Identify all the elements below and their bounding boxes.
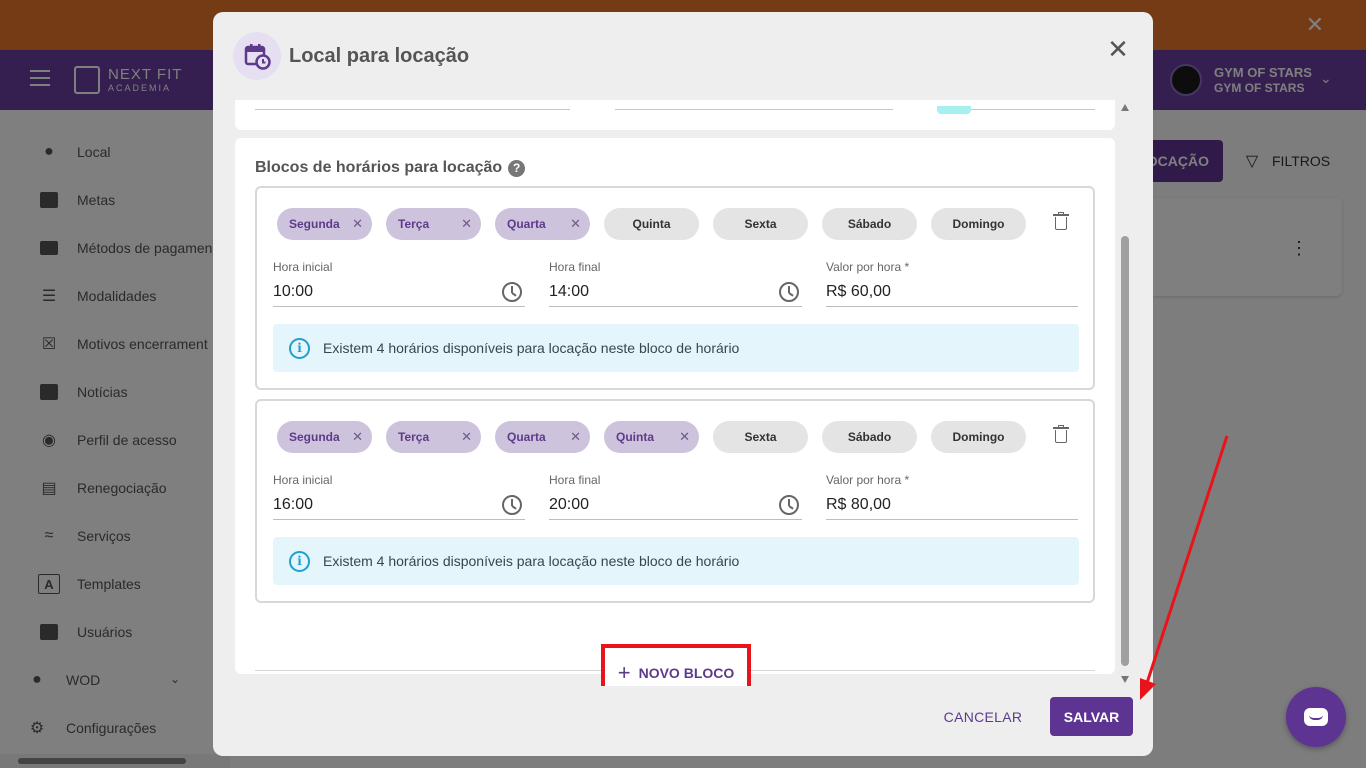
day-chip-quarta[interactable]: Quarta ✕	[495, 208, 590, 240]
remove-icon[interactable]: ✕	[461, 216, 472, 232]
price-input[interactable]: R$ 60,00	[826, 282, 891, 302]
section-title-text: Blocos de horários para locação	[255, 159, 503, 176]
day-chip-label: Terça	[398, 430, 430, 444]
field-underline	[255, 109, 570, 110]
clock-icon[interactable]	[779, 495, 799, 515]
price-input[interactable]: R$ 80,00	[826, 495, 891, 515]
dialog-scroll-area[interactable]: Blocos de horários para locação ? Segund…	[235, 100, 1131, 686]
day-chip-sabado[interactable]: Sábado	[822, 421, 917, 453]
scrollbar-thumb[interactable]	[1121, 236, 1129, 666]
delete-icon[interactable]	[1053, 425, 1069, 443]
help-icon[interactable]: ?	[508, 159, 526, 177]
location-details-card	[235, 100, 1115, 130]
section-title: Blocos de horários para locação ?	[255, 158, 526, 178]
chat-icon	[1304, 708, 1328, 726]
availability-info: i Existem 4 horários disponíveis para lo…	[273, 324, 1079, 372]
chat-button[interactable]	[1286, 687, 1346, 747]
field-underline	[826, 306, 1078, 307]
scroll-down-icon[interactable]	[1121, 676, 1129, 683]
price-label: Valor por hora *	[826, 260, 910, 274]
field-underline	[549, 519, 802, 520]
start-time-label: Hora inicial	[273, 473, 333, 487]
field-underline	[826, 519, 1078, 520]
new-block-label: NOVO BLOCO	[638, 665, 735, 681]
clock-icon[interactable]	[502, 495, 522, 515]
day-chip-segunda[interactable]: Segunda ✕	[277, 208, 372, 240]
day-chip-sexta[interactable]: Sexta	[713, 208, 808, 240]
end-time-input[interactable]: 14:00	[549, 282, 589, 302]
day-chip-quinta[interactable]: Quinta ✕	[604, 421, 699, 453]
time-blocks-card: Blocos de horários para locação ? Segund…	[235, 138, 1115, 686]
end-time-label: Hora final	[549, 260, 601, 274]
day-chip-segunda[interactable]: Segunda ✕	[277, 421, 372, 453]
field-underline	[615, 109, 893, 110]
availability-text: Existem 4 horários disponíveis para loca…	[323, 553, 740, 569]
day-chip-label: Terça	[398, 217, 430, 231]
end-time-input[interactable]: 20:00	[549, 495, 589, 515]
day-chip-terca[interactable]: Terça ✕	[386, 421, 481, 453]
price-label: Valor por hora *	[826, 473, 910, 487]
dialog-title: Local para locação	[289, 45, 470, 67]
rental-location-dialog: Local para locação ✕ Blocos de horários …	[213, 12, 1153, 756]
remove-icon[interactable]: ✕	[679, 429, 690, 445]
day-chip-label: Segunda	[289, 217, 340, 231]
dialog-header: Local para locação ✕	[213, 12, 1153, 100]
calendar-clock-icon	[233, 32, 281, 80]
remove-icon[interactable]: ✕	[352, 429, 363, 445]
field-underline	[971, 109, 1095, 110]
clock-icon[interactable]	[779, 282, 799, 302]
start-time-label: Hora inicial	[273, 260, 333, 274]
day-chip-label: Quarta	[507, 430, 546, 444]
start-time-input[interactable]: 10:00	[273, 282, 313, 302]
day-chip-terca[interactable]: Terça ✕	[386, 208, 481, 240]
day-chip-sexta[interactable]: Sexta	[713, 421, 808, 453]
info-icon: i	[289, 550, 310, 572]
field-underline	[549, 306, 802, 307]
remove-icon[interactable]: ✕	[461, 429, 472, 445]
color-swatch[interactable]	[937, 106, 971, 114]
availability-info: i Existem 4 horários disponíveis para lo…	[273, 537, 1079, 585]
day-chip-label: Segunda	[289, 430, 340, 444]
day-chip-label: Quinta	[616, 430, 654, 444]
day-chip-domingo[interactable]: Domingo	[931, 421, 1026, 453]
info-icon: i	[289, 337, 310, 359]
remove-icon[interactable]: ✕	[570, 216, 581, 232]
new-block-button[interactable]: + NOVO BLOCO	[601, 644, 751, 686]
dialog-vertical-scrollbar[interactable]	[1119, 100, 1131, 686]
day-chip-quinta[interactable]: Quinta	[604, 208, 699, 240]
scroll-up-icon[interactable]	[1121, 104, 1129, 111]
end-time-label: Hora final	[549, 473, 601, 487]
start-time-input[interactable]: 16:00	[273, 495, 313, 515]
availability-text: Existem 4 horários disponíveis para loca…	[323, 340, 740, 356]
field-underline	[273, 306, 525, 307]
day-chip-quarta[interactable]: Quarta ✕	[495, 421, 590, 453]
remove-icon[interactable]: ✕	[570, 429, 581, 445]
day-chip-sabado[interactable]: Sábado	[822, 208, 917, 240]
delete-icon[interactable]	[1053, 212, 1069, 230]
cancel-button[interactable]: CANCELAR	[933, 698, 1033, 736]
clock-icon[interactable]	[502, 282, 522, 302]
close-icon[interactable]: ✕	[1106, 36, 1130, 62]
time-block: Segunda ✕ Terça ✕ Quarta ✕ Quinta ✕ Sexta Sá…	[255, 399, 1095, 603]
day-chip-domingo[interactable]: Domingo	[931, 208, 1026, 240]
time-block: Segunda ✕ Terça ✕ Quarta ✕ Quinta Sexta Sáb…	[255, 186, 1095, 390]
field-underline	[273, 519, 525, 520]
save-button[interactable]: SALVAR	[1050, 697, 1133, 736]
day-chip-label: Quarta	[507, 217, 546, 231]
remove-icon[interactable]: ✕	[352, 216, 363, 232]
plus-icon: +	[617, 660, 631, 685]
